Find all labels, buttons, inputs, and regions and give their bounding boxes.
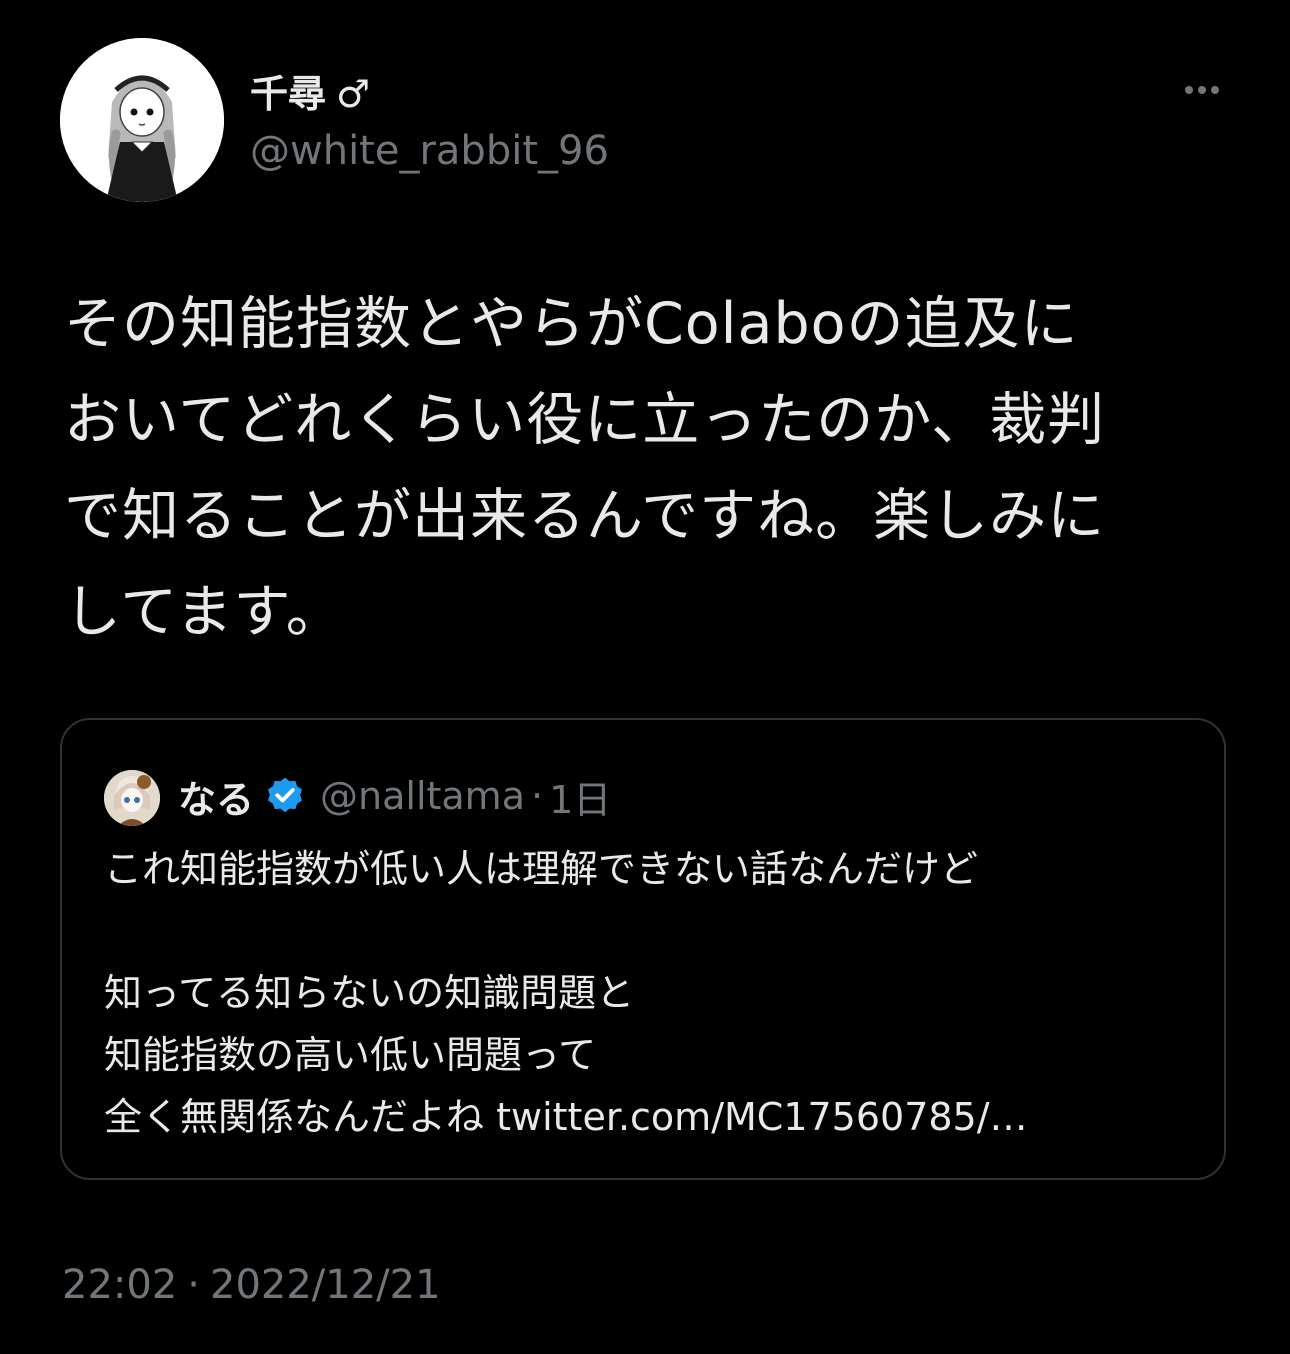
- quoted-author-handle: @nalltama: [320, 774, 525, 818]
- quoted-text-line: [104, 900, 1204, 962]
- author-handle[interactable]: @white_rabbit_96: [250, 126, 609, 176]
- timestamp-time: 22:02: [62, 1262, 178, 1308]
- quoted-text-line-with-link: 全く無関係なんだよね twitter.com/MC17560785/…: [104, 1086, 1204, 1148]
- quoted-tweet-text: これ知能指数が低い人は理解できない話なんだけど 知ってる知らないの知識問題と 知…: [104, 838, 1204, 1148]
- tweet-text: その知能指数とやらがColaboの追及に おいてどれくらい役に立ったのか、裁判 …: [64, 276, 1244, 660]
- quoted-tweet-link[interactable]: twitter.com/MC17560785/…: [496, 1095, 1027, 1139]
- more-dot-icon: [1211, 86, 1219, 94]
- quoted-text-line: 知ってる知らないの知識問題と: [104, 971, 635, 1015]
- quoted-header-separator: ·: [531, 774, 544, 818]
- more-dot-icon: [1198, 86, 1206, 94]
- quoted-author-avatar: [104, 770, 160, 826]
- quoted-tweet-header: なる @nalltama · 1日: [178, 766, 611, 826]
- quoted-avatar-illustration: [104, 770, 160, 826]
- verified-badge-icon: [268, 777, 302, 813]
- quoted-tweet-time: 1日: [549, 777, 612, 822]
- quoted-text-line: 全く無関係なんだよね: [104, 1095, 485, 1139]
- timestamp-separator: ·: [187, 1262, 200, 1308]
- quoted-text-line: 知能指数の高い低い問題って: [104, 1033, 597, 1077]
- tweet-text-line: おいてどれくらい役に立ったのか、裁判: [64, 387, 1106, 453]
- author-name-text: 千尋: [250, 72, 327, 116]
- tweet-text-line: してます。: [64, 579, 344, 645]
- quoted-tweet-card[interactable]: なる @nalltama · 1日 これ知能指数が低い人は理解できない話なんだけ…: [60, 718, 1226, 1180]
- quoted-text-line: これ知能指数が低い人は理解できない話なんだけど: [104, 847, 979, 891]
- tweet-timestamp[interactable]: 22:02 · 2022/12/21: [62, 1262, 441, 1308]
- gender-male-icon: ♂: [336, 72, 371, 116]
- quoted-author-name: なる: [178, 777, 255, 822]
- tweet-text-line: その知能指数とやらがColaboの追及に: [64, 291, 1079, 357]
- avatar-illustration: [60, 38, 224, 202]
- author-avatar[interactable]: [60, 38, 224, 202]
- tweet-text-line: で知ることが出来るんですね。楽しみに: [64, 483, 1106, 549]
- timestamp-date: 2022/12/21: [210, 1262, 441, 1308]
- more-dot-icon: [1185, 86, 1193, 94]
- more-options-button[interactable]: [1176, 70, 1228, 110]
- author-display-name[interactable]: 千尋 ♂: [250, 70, 370, 118]
